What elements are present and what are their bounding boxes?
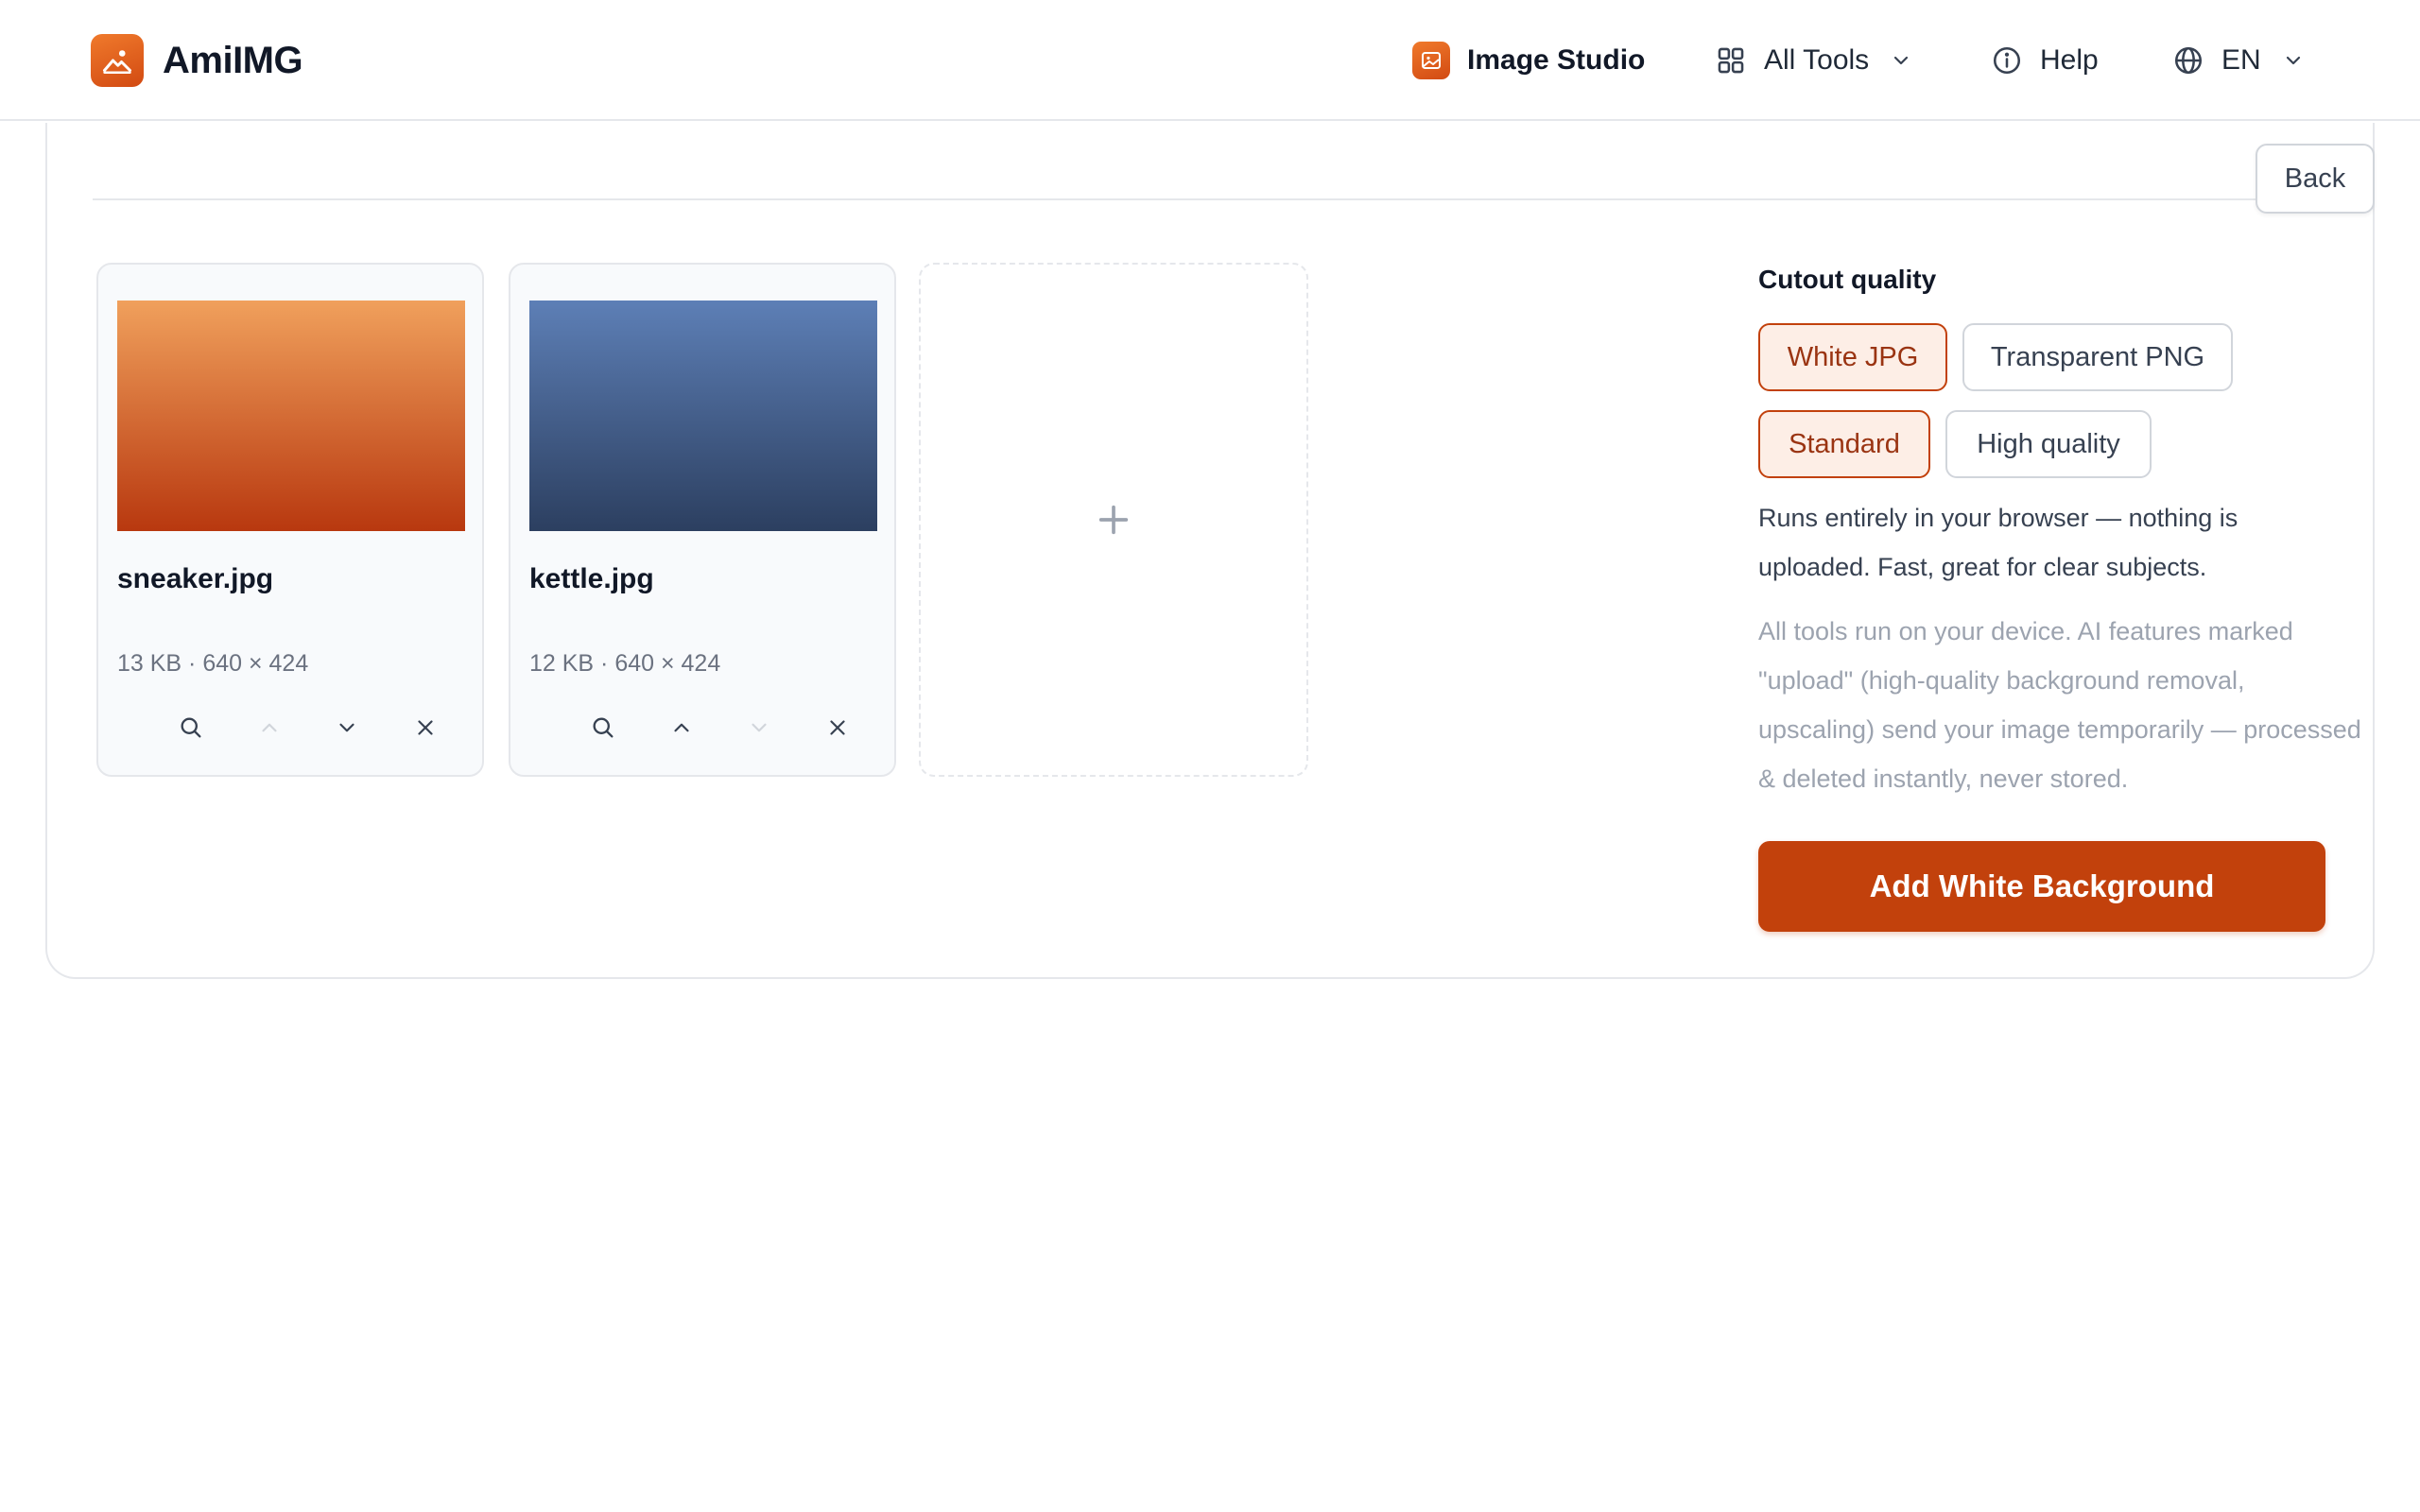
nav-image-studio[interactable]: Image Studio xyxy=(1412,38,1645,83)
image-thumbnail xyxy=(117,301,465,531)
close-icon xyxy=(830,720,845,735)
mountain-sun-icon xyxy=(91,34,144,87)
move-down-button[interactable] xyxy=(328,709,366,747)
plus-icon xyxy=(1098,505,1129,535)
image-card-sneaker[interactable]: sneaker.jpg 13 KB · 640 × 424 xyxy=(96,263,484,777)
grid-icon xyxy=(1718,47,1744,74)
move-down-button[interactable] xyxy=(740,709,778,747)
nav-help-label: Help xyxy=(2040,44,2099,76)
privacy-note: All tools run on your device. AI feature… xyxy=(1758,617,2361,793)
image-thumbnail xyxy=(529,301,877,531)
add-image-tile[interactable] xyxy=(919,263,1308,777)
option-transparent-png[interactable]: Transparent PNG xyxy=(1962,323,2233,391)
mode-description: Runs entirely in your browser — nothing … xyxy=(1758,504,2238,581)
zoom-button[interactable] xyxy=(584,709,622,747)
brand-name: AmiIMG xyxy=(163,39,303,81)
file-name: kettle.jpg xyxy=(529,563,654,594)
file-meta: 12 KB · 640 × 424 xyxy=(529,650,721,677)
option-high-quality[interactable]: High quality xyxy=(1945,410,2152,478)
chevron-down-icon xyxy=(2286,56,2300,65)
chevron-down-icon xyxy=(1894,56,1909,65)
add-white-background-button[interactable]: Add White Background xyxy=(1758,841,2325,932)
image-icon xyxy=(1412,42,1450,79)
remove-button[interactable] xyxy=(819,709,856,747)
search-icon xyxy=(181,717,201,738)
option-white-jpg[interactable]: White JPG xyxy=(1758,323,1947,391)
globe-icon xyxy=(2174,46,2203,75)
search-icon xyxy=(593,717,614,738)
move-up-button[interactable] xyxy=(663,709,700,747)
top-header: AmiIMG Image Studio All Tools Help EN xyxy=(0,0,2420,121)
chevron-down-icon xyxy=(339,723,354,732)
close-icon xyxy=(418,720,433,735)
option-standard[interactable]: Standard xyxy=(1758,410,1930,478)
chevron-up-icon xyxy=(674,723,689,732)
chevron-down-icon xyxy=(752,723,767,732)
nav-all-tools-label: All Tools xyxy=(1764,44,1870,76)
nav-all-tools[interactable]: All Tools xyxy=(1715,38,1912,83)
chevron-up-icon xyxy=(262,723,277,732)
file-name: sneaker.jpg xyxy=(117,563,274,594)
nav-image-studio-label: Image Studio xyxy=(1467,44,1646,76)
language-selector[interactable]: EN xyxy=(2172,38,2305,83)
move-up-button[interactable] xyxy=(251,709,288,747)
zoom-button[interactable] xyxy=(172,709,210,747)
image-actions xyxy=(584,709,856,747)
language-label: EN xyxy=(2221,44,2261,76)
cutout-quality-title: Cutout quality xyxy=(1758,265,1937,294)
image-actions xyxy=(172,709,444,747)
brand[interactable]: AmiIMG xyxy=(91,34,303,87)
info-icon xyxy=(1993,46,2021,75)
nav-help[interactable]: Help xyxy=(1991,38,2099,83)
remove-button[interactable] xyxy=(406,709,444,747)
back-button[interactable]: Back xyxy=(2256,144,2375,214)
file-meta: 13 KB · 640 × 424 xyxy=(117,650,309,677)
image-card-kettle[interactable]: kettle.jpg 12 KB · 640 × 424 xyxy=(509,263,896,777)
divider xyxy=(93,198,2256,200)
